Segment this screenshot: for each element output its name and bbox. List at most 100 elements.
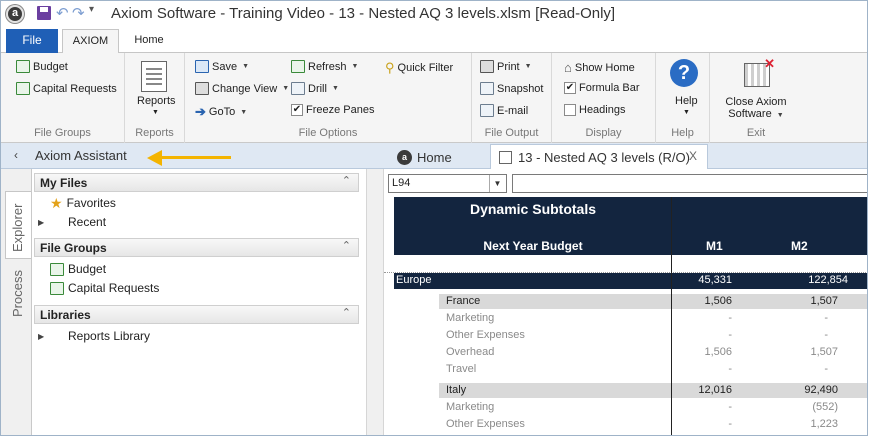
collapse-icon[interactable]: ⌃ bbox=[342, 174, 351, 187]
section-file-groups[interactable]: File Groups ⌃ bbox=[34, 238, 359, 257]
undo-icon[interactable]: ↶ bbox=[56, 4, 69, 22]
axiom-logo-icon: a bbox=[397, 150, 412, 165]
redo-icon[interactable]: ↷ bbox=[72, 4, 85, 22]
chevron-down-icon: ▼ bbox=[776, 112, 784, 119]
refresh-button[interactable]: Refresh ▼ bbox=[291, 60, 358, 73]
file-group-budget-button[interactable]: Budget bbox=[16, 60, 68, 73]
tree-item-favorites[interactable]: ★ Favorites bbox=[38, 196, 116, 210]
ribbon-tabs: File AXIOM Home bbox=[1, 27, 867, 54]
collapse-icon[interactable]: ⌃ bbox=[342, 239, 351, 252]
snapshot-icon bbox=[480, 82, 494, 95]
axiom-logo-icon[interactable]: a bbox=[6, 5, 24, 23]
table-row[interactable]: France 1,506 1,507 bbox=[439, 294, 867, 309]
file-group-capital-requests-button[interactable]: Capital Requests bbox=[16, 82, 117, 95]
group-label: File Groups bbox=[34, 127, 91, 139]
tab-axiom[interactable]: AXIOM bbox=[62, 29, 119, 54]
group-label: File Options bbox=[298, 127, 358, 139]
save-button[interactable]: Save ▼ bbox=[195, 60, 249, 73]
group-label: Help bbox=[671, 127, 694, 139]
ribbon: Budget Capital Requests File Groups Repo… bbox=[1, 53, 867, 143]
print-button[interactable]: Print ▼ bbox=[480, 60, 532, 73]
goto-button[interactable]: ➔ GoTo ▼ bbox=[195, 104, 247, 120]
application-window: a ↶ ↷ ▾ Axiom Software - Training Video … bbox=[0, 0, 868, 436]
panel-splitter[interactable] bbox=[366, 169, 384, 435]
collapse-assistant-icon[interactable]: ‹ bbox=[14, 148, 18, 162]
goto-arrow-icon: ➔ bbox=[195, 104, 206, 119]
headings-checkbox[interactable]: Headings bbox=[564, 104, 625, 116]
table-row[interactable]: Other Expenses - - bbox=[439, 328, 867, 343]
group-reports: Reports ▼ Reports bbox=[125, 53, 185, 143]
section-my-files[interactable]: My Files ⌃ bbox=[34, 173, 359, 192]
side-tab-process[interactable]: Process bbox=[5, 269, 31, 319]
star-icon: ★ bbox=[50, 195, 63, 211]
table-row[interactable]: Europe 45,331 122,854 bbox=[394, 273, 867, 289]
close-software-icon[interactable]: ✕ bbox=[744, 56, 775, 87]
filter-icon: ⚲ bbox=[385, 60, 395, 75]
doc-tab-home[interactable]: a Home bbox=[397, 146, 452, 169]
table-row[interactable]: Travel - - bbox=[439, 362, 867, 377]
email-icon bbox=[480, 104, 494, 117]
group-label: Display bbox=[585, 127, 622, 139]
drill-icon bbox=[291, 82, 305, 95]
snapshot-button[interactable]: Snapshot bbox=[480, 82, 543, 95]
group-help: ? Help ▼ Help bbox=[656, 53, 710, 143]
table-row[interactable]: Marketing - (552) bbox=[439, 400, 867, 415]
report-subtitle: Next Year Budget bbox=[483, 239, 583, 253]
expand-arrow-icon[interactable]: ▶ bbox=[38, 332, 46, 341]
report-title: Dynamic Subtotals bbox=[469, 201, 597, 217]
file-group-icon bbox=[16, 82, 30, 95]
tree-item-reports-library[interactable]: ▶ Reports Library bbox=[38, 329, 150, 343]
table-row[interactable]: Overhead 1,506 1,507 bbox=[439, 345, 867, 360]
close-tab-button[interactable]: X bbox=[689, 149, 697, 163]
collapse-icon[interactable]: ⌃ bbox=[342, 306, 351, 319]
section-libraries[interactable]: Libraries ⌃ bbox=[34, 305, 359, 324]
group-label: File Output bbox=[484, 127, 539, 139]
assistant-title: Axiom Assistant bbox=[35, 148, 127, 163]
refresh-icon bbox=[291, 60, 305, 73]
formula-bar-input[interactable] bbox=[512, 174, 867, 193]
reports-button[interactable]: Reports bbox=[137, 95, 176, 107]
group-file-output: Print ▼ Snapshot E-mail File Output bbox=[472, 53, 552, 143]
column-divider bbox=[671, 197, 672, 435]
name-box-dropdown-icon[interactable]: ▼ bbox=[489, 175, 505, 192]
change-view-button[interactable]: Change View ▼ bbox=[195, 82, 289, 95]
group-file-options: Save ▼ Change View ▼ ➔ GoTo ▼ Refresh ▼ … bbox=[185, 53, 472, 143]
expand-arrow-icon[interactable]: ▶ bbox=[38, 218, 46, 227]
table-row[interactable]: Marketing - - bbox=[439, 311, 867, 326]
change-view-icon bbox=[195, 82, 209, 95]
home-icon: ⌂ bbox=[564, 60, 572, 75]
save-icon[interactable] bbox=[37, 6, 51, 20]
email-button[interactable]: E-mail bbox=[480, 104, 528, 117]
drill-button[interactable]: Drill ▼ bbox=[291, 82, 339, 95]
file-group-icon bbox=[50, 262, 64, 276]
group-label: Exit bbox=[746, 127, 766, 139]
tree-item-recent[interactable]: ▶ Recent bbox=[38, 215, 106, 229]
chevron-down-icon: ▼ bbox=[351, 63, 359, 70]
tree-item-capital-requests[interactable]: Capital Requests bbox=[38, 281, 159, 295]
tab-home[interactable]: Home bbox=[131, 29, 167, 53]
checkbox-checked-icon: ✔ bbox=[564, 82, 576, 94]
freeze-panes-checkbox[interactable]: ✔ Freeze Panes bbox=[291, 104, 374, 116]
reports-icon[interactable] bbox=[141, 61, 167, 92]
customize-toolbar-icon[interactable]: ▾ bbox=[89, 4, 94, 15]
help-dropdown-icon[interactable]: ▼ bbox=[683, 109, 690, 116]
help-button[interactable]: Help bbox=[675, 95, 698, 107]
table-row[interactable]: Italy 12,016 92,490 bbox=[439, 383, 867, 398]
side-tab-explorer[interactable]: Explorer bbox=[5, 191, 31, 259]
table-row[interactable]: Other Expenses - 1,223 bbox=[439, 417, 867, 432]
close-axiom-button[interactable]: Close Axiom Software ▼ bbox=[710, 96, 802, 120]
title-bar: a ↶ ↷ ▾ Axiom Software - Training Video … bbox=[1, 1, 867, 27]
reports-dropdown-icon[interactable]: ▼ bbox=[152, 109, 159, 116]
chevron-down-icon: ▼ bbox=[242, 63, 250, 70]
tree-item-budget[interactable]: Budget bbox=[38, 262, 106, 276]
checkbox-checked-icon: ✔ bbox=[291, 104, 303, 116]
show-home-button[interactable]: ⌂ Show Home bbox=[564, 60, 635, 75]
tab-file[interactable]: File bbox=[6, 29, 58, 53]
column-header-m2: M2 bbox=[791, 239, 808, 253]
help-icon[interactable]: ? bbox=[670, 59, 698, 87]
quick-filter-button[interactable]: ⚲ Quick Filter bbox=[385, 60, 453, 76]
printer-icon bbox=[480, 60, 494, 73]
doc-tab-active[interactable]: 13 - Nested AQ 3 levels (R/O) X bbox=[490, 144, 708, 169]
checkbox-unchecked-icon bbox=[564, 104, 576, 116]
formula-bar-checkbox[interactable]: ✔ Formula Bar bbox=[564, 82, 640, 94]
